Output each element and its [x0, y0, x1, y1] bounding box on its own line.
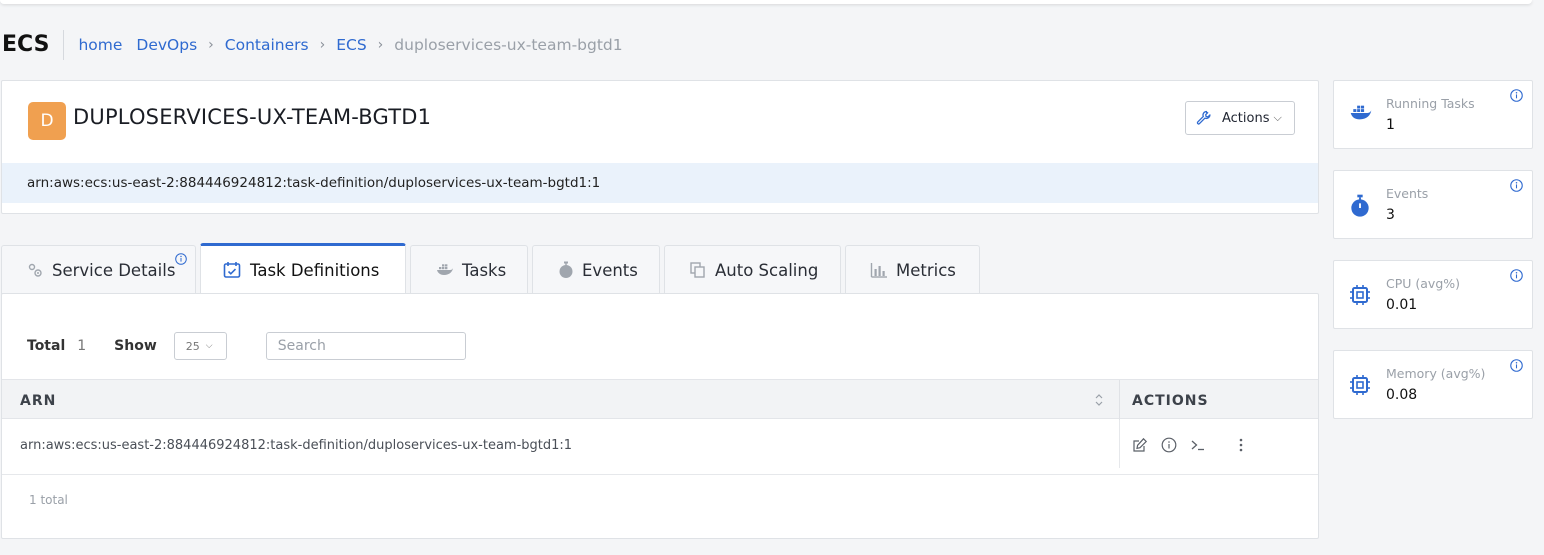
tab-auto-scaling[interactable]: Auto Scaling	[664, 245, 841, 294]
stat-running-tasks: Running Tasks 1	[1333, 80, 1533, 149]
table-toolbar: Total 1 Show 25 ⌵	[27, 332, 466, 360]
info-icon[interactable]	[1161, 437, 1177, 453]
more-vertical-icon[interactable]	[1239, 438, 1243, 452]
table-footer-total: 1 total	[29, 493, 68, 507]
row-arn: arn:aws:ecs:us-east-2:884446924812:task-…	[20, 438, 573, 453]
column-header-arn: ARN	[20, 393, 57, 409]
service-arn: arn:aws:ecs:us-east-2:884446924812:task-…	[2, 163, 1318, 203]
breadcrumb-current: duploservices-ux-team-bgtd1	[394, 36, 623, 54]
sort-icon[interactable]	[1094, 392, 1104, 408]
terminal-icon[interactable]	[1190, 437, 1206, 453]
show-label: Show	[114, 338, 157, 354]
tab-tasks[interactable]: Tasks	[410, 245, 528, 294]
docker-icon	[1349, 104, 1373, 122]
stat-events: Events 3	[1333, 170, 1533, 239]
table-header: ARN ACTIONS	[2, 379, 1318, 420]
row-actions	[1132, 437, 1256, 453]
chevron-right-icon: ›	[319, 37, 326, 53]
wrench-icon	[1196, 110, 1212, 126]
info-icon[interactable]	[1510, 269, 1523, 282]
page-size-select[interactable]: 25 ⌵	[173, 332, 227, 360]
copy-icon	[689, 261, 707, 279]
tab-label: Events	[582, 260, 638, 280]
info-icon[interactable]	[1510, 89, 1523, 102]
stat-label: Running Tasks	[1386, 96, 1475, 111]
edit-icon[interactable]	[1132, 437, 1148, 453]
column-header-actions: ACTIONS	[1132, 393, 1209, 409]
total-count: 1	[77, 338, 87, 354]
chevron-down-icon: ⌵	[205, 341, 213, 351]
breadcrumb-devops[interactable]: DevOps	[136, 36, 197, 54]
info-icon[interactable]	[175, 253, 187, 265]
cpu-chip-icon	[1349, 374, 1371, 396]
chevron-right-icon: ›	[377, 37, 384, 53]
stopwatch-icon	[1349, 194, 1371, 218]
total-label: Total	[27, 338, 66, 354]
cpu-chip-icon	[1349, 284, 1371, 306]
stopwatch-icon	[558, 261, 574, 279]
breadcrumb-home[interactable]: home	[78, 36, 122, 54]
top-bar	[0, 0, 1532, 4]
calendar-check-icon	[222, 260, 242, 280]
page-title: ECS	[0, 30, 65, 60]
page-size-value: 25	[185, 339, 200, 353]
actions-button[interactable]: Actions ⌵	[1185, 101, 1295, 135]
tab-label: Auto Scaling	[715, 260, 819, 280]
actions-label: Actions	[1222, 110, 1270, 126]
tab-label: Service Details	[52, 260, 176, 280]
tab-service-details[interactable]: Service Details	[1, 245, 196, 294]
tab-label: Tasks	[462, 260, 507, 280]
tab-label: Task Definitions	[250, 260, 380, 280]
tab-metrics[interactable]: Metrics	[845, 245, 980, 294]
task-definitions-panel: Total 1 Show 25 ⌵ ARN ACTIONS arn:aws:ec…	[1, 293, 1319, 539]
service-name: DUPLOSERVICES-UX-TEAM-BGTD1	[73, 105, 432, 129]
breadcrumb: ECS home DevOps › Containers › ECS › dup…	[0, 30, 623, 60]
stat-value: 1	[1386, 117, 1395, 133]
service-header-card: D DUPLOSERVICES-UX-TEAM-BGTD1 Actions ⌵ …	[1, 80, 1319, 214]
stat-value: 0.08	[1386, 387, 1418, 403]
tab-task-definitions[interactable]: Task Definitions	[200, 243, 406, 294]
search-input[interactable]	[265, 332, 466, 360]
docker-icon	[436, 263, 454, 277]
tab-bar: Service Details Task Definitions Tasks E…	[1, 243, 984, 294]
column-divider	[1119, 380, 1120, 420]
column-divider	[1119, 420, 1120, 468]
tab-label: Metrics	[896, 260, 956, 280]
chevron-right-icon: ›	[208, 37, 214, 53]
table-row: arn:aws:ecs:us-east-2:884446924812:task-…	[2, 420, 1318, 475]
stat-label: CPU (avg%)	[1386, 276, 1461, 291]
tab-events[interactable]: Events	[532, 245, 660, 294]
info-icon[interactable]	[1510, 359, 1523, 372]
stat-value: 0.01	[1386, 297, 1418, 313]
gears-icon	[26, 261, 44, 279]
stat-label: Events	[1386, 186, 1429, 201]
stat-memory: Memory (avg%) 0.08	[1333, 350, 1533, 419]
stat-label: Memory (avg%)	[1386, 366, 1486, 381]
chevron-down-icon: ⌵	[1273, 111, 1282, 124]
breadcrumb-ecs[interactable]: ECS	[336, 36, 366, 54]
info-icon[interactable]	[1510, 179, 1523, 192]
breadcrumb-containers[interactable]: Containers	[225, 36, 309, 54]
stat-value: 3	[1386, 207, 1395, 223]
stat-cpu: CPU (avg%) 0.01	[1333, 260, 1533, 329]
bar-chart-icon	[870, 262, 888, 278]
avatar: D	[28, 102, 66, 140]
